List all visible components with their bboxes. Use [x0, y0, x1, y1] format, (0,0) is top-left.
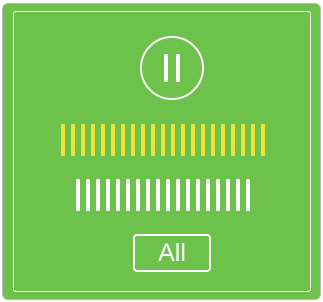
control-panel: All — [13, 11, 311, 292]
bar[interactable] — [146, 179, 150, 211]
highlighted-bar[interactable] — [231, 124, 235, 156]
highlighted-bar[interactable] — [91, 124, 95, 156]
all-button[interactable]: All — [133, 234, 211, 272]
bar[interactable] — [186, 179, 190, 211]
bar[interactable] — [196, 179, 200, 211]
device-frame: All — [2, 3, 321, 300]
highlighted-bar[interactable] — [241, 124, 245, 156]
bar[interactable] — [126, 179, 130, 211]
highlighted-bar[interactable] — [171, 124, 175, 156]
bar[interactable] — [206, 179, 210, 211]
bar[interactable] — [176, 179, 180, 211]
highlighted-bar-row — [14, 124, 312, 156]
bar[interactable] — [76, 179, 80, 211]
highlighted-bar[interactable] — [181, 124, 185, 156]
highlighted-bar[interactable] — [191, 124, 195, 156]
highlighted-bar[interactable] — [141, 124, 145, 156]
highlighted-bar[interactable] — [261, 124, 265, 156]
highlighted-bar[interactable] — [211, 124, 215, 156]
bar[interactable] — [106, 179, 110, 211]
pause-icon — [164, 54, 180, 82]
bar[interactable] — [166, 179, 170, 211]
highlighted-bar[interactable] — [81, 124, 85, 156]
bar[interactable] — [86, 179, 90, 211]
highlighted-bar[interactable] — [71, 124, 75, 156]
bar-row — [14, 179, 312, 211]
bar[interactable] — [136, 179, 140, 211]
highlighted-bar[interactable] — [131, 124, 135, 156]
bar[interactable] — [236, 179, 240, 211]
highlighted-bar[interactable] — [111, 124, 115, 156]
bar[interactable] — [116, 179, 120, 211]
bar[interactable] — [246, 179, 250, 211]
highlighted-bar[interactable] — [101, 124, 105, 156]
pause-button[interactable] — [140, 36, 204, 100]
highlighted-bar[interactable] — [61, 124, 65, 156]
highlighted-bar[interactable] — [251, 124, 255, 156]
highlighted-bar[interactable] — [221, 124, 225, 156]
highlighted-bar[interactable] — [201, 124, 205, 156]
highlighted-bar[interactable] — [161, 124, 165, 156]
bar[interactable] — [156, 179, 160, 211]
highlighted-bar[interactable] — [121, 124, 125, 156]
bar[interactable] — [96, 179, 100, 211]
highlighted-bar[interactable] — [151, 124, 155, 156]
bar[interactable] — [216, 179, 220, 211]
bar[interactable] — [226, 179, 230, 211]
